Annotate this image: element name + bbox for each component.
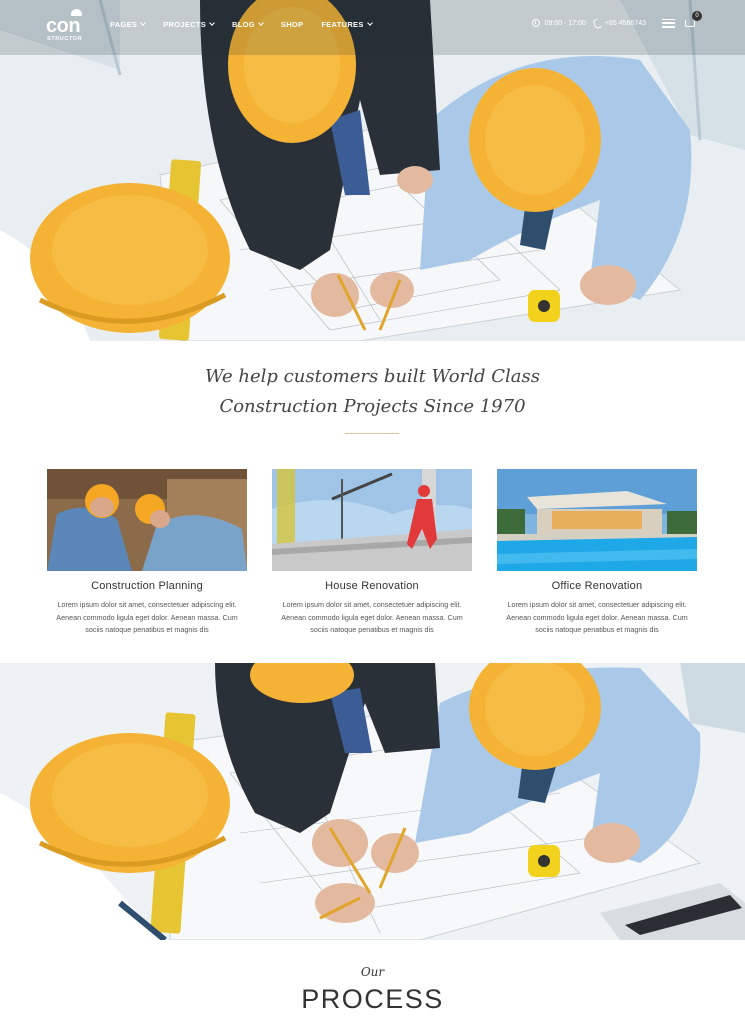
nav-item-features[interactable]: FEATURES — [321, 20, 373, 29]
hours-text: 09:00 - 17:00 — [544, 19, 586, 27]
service-card-office-renovation[interactable]: Office Renovation Lorem ipsum dolor sit … — [497, 469, 697, 637]
chevron-down-icon — [209, 20, 215, 26]
chevron-down-icon — [258, 20, 264, 26]
headline-line-1: We help customers built World Class — [205, 366, 540, 387]
service-title[interactable]: Construction Planning — [47, 580, 247, 592]
phone-number[interactable]: +65 4566743 — [594, 19, 646, 27]
opening-hours: 09:00 - 17:00 — [531, 19, 586, 27]
hero-section: con STRUCTOR PAGES PROJECTS BLOG SHOP FE… — [0, 0, 745, 341]
nav-right: 09:00 - 17:00 +65 4566743 0 — [531, 11, 702, 28]
cart-count-badge: 0 — [692, 11, 702, 21]
headline-line-2: Construction Projects Since 1970 — [219, 396, 526, 417]
service-image[interactable] — [47, 469, 247, 571]
phone-text: +65 4566743 — [604, 19, 646, 27]
logo-subtext: STRUCTOR — [47, 36, 83, 42]
nav-item-shop[interactable]: SHOP — [281, 20, 303, 29]
service-card-house-renovation[interactable]: House Renovation Lorem ipsum dolor sit a… — [272, 469, 472, 637]
clock-icon — [531, 19, 540, 27]
nav-item-projects[interactable]: PROJECTS — [163, 20, 215, 29]
nav-item-label: PROJECTS — [163, 20, 207, 29]
service-description: Lorem ipsum dolor sit amet, consectetuer… — [506, 600, 688, 634]
chevron-down-icon — [140, 20, 147, 26]
nav-item-pages[interactable]: PAGES — [110, 20, 147, 29]
service-title[interactable]: House Renovation — [272, 580, 472, 592]
service-description: Lorem ipsum dolor sit amet, consectetuer… — [281, 600, 463, 634]
main-menu: PAGES PROJECTS BLOG SHOP FEATURES — [110, 20, 390, 29]
service-image[interactable] — [272, 469, 472, 571]
banner-image — [0, 663, 745, 940]
service-title[interactable]: Office Renovation — [497, 580, 697, 592]
site-logo[interactable]: con STRUCTOR — [46, 9, 86, 43]
logo-text: con — [46, 15, 81, 37]
nav-item-label: FEATURES — [321, 20, 364, 29]
service-image[interactable] — [497, 469, 697, 571]
cart-icon — [685, 20, 695, 27]
service-description: Lorem ipsum dolor sit amet, consectetuer… — [56, 600, 238, 634]
hamburger-menu-icon[interactable] — [662, 18, 675, 28]
process-title: PROCESS — [301, 984, 444, 1014]
nav-item-label: BLOG — [232, 20, 255, 29]
headline-divider — [345, 433, 399, 434]
banner-image-section — [0, 663, 745, 940]
nav-item-label: SHOP — [280, 20, 304, 29]
cart-button[interactable]: 0 — [685, 11, 702, 28]
intro-headline: We help customers built World Class Cons… — [0, 362, 745, 422]
nav-item-label: PAGES — [110, 20, 138, 29]
nav-item-blog[interactable]: BLOG — [232, 20, 264, 29]
service-card-construction-planning[interactable]: Construction Planning Lorem ipsum dolor … — [47, 469, 247, 637]
navbar: con STRUCTOR PAGES PROJECTS BLOG SHOP FE… — [0, 0, 745, 52]
phone-icon — [594, 19, 601, 27]
chevron-down-icon — [366, 20, 373, 26]
process-eyebrow: Our — [360, 965, 385, 979]
